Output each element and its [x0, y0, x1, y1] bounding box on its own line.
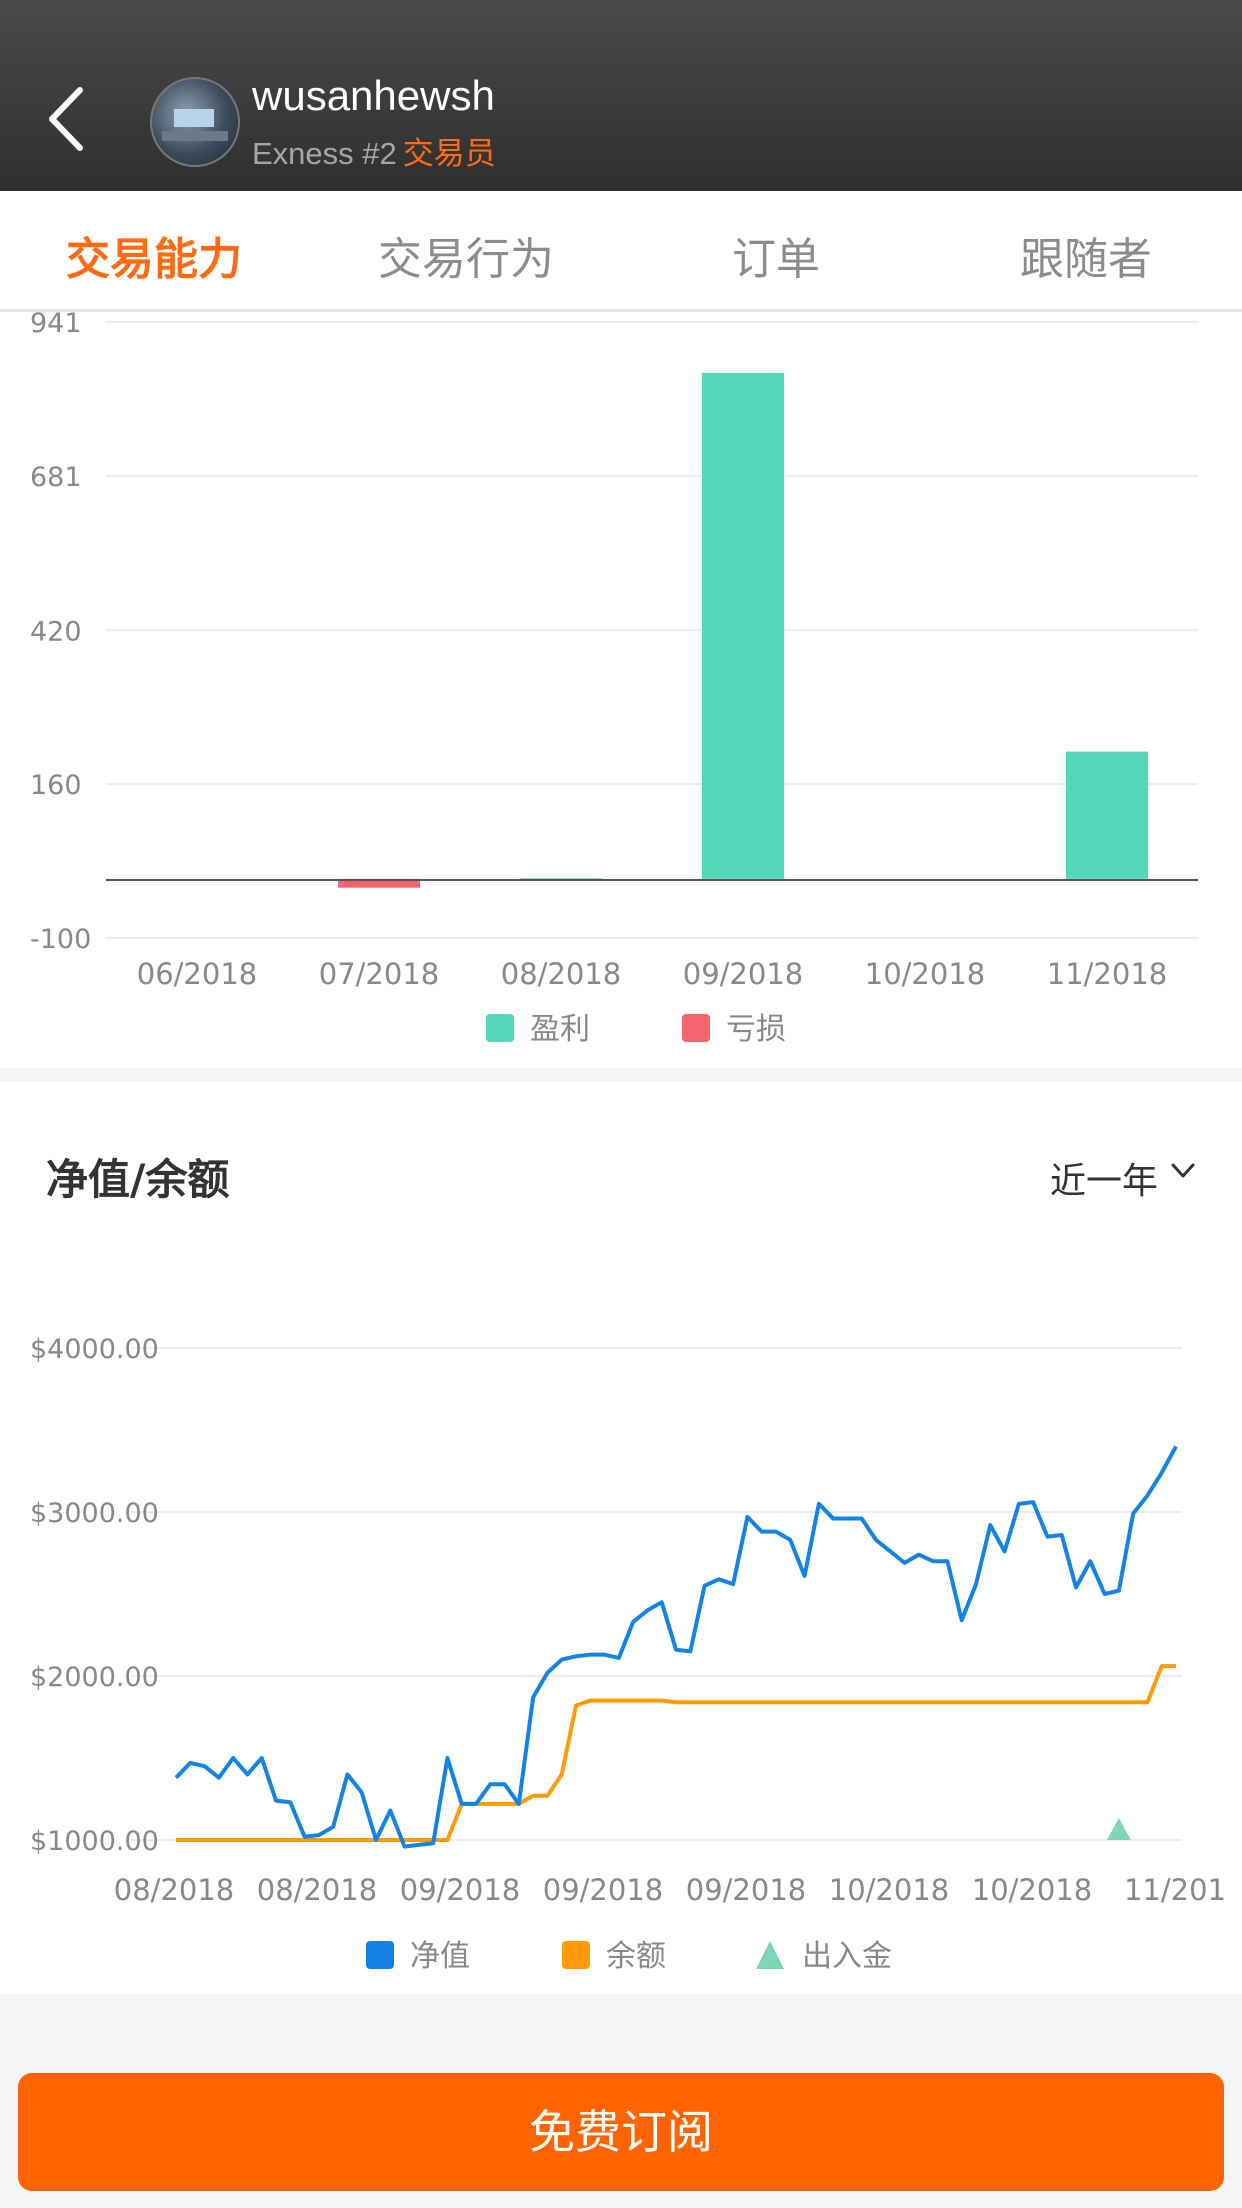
- x-tick-label: 11/201: [1124, 1873, 1226, 1907]
- x-tick-label: 08/2018: [257, 1873, 377, 1907]
- equity-balance-chart: $4000.00 $3000.00 $2000.00 $1000.00 08/2018…: [30, 1334, 1226, 1974]
- legend-deposit-triangle-icon: [756, 1941, 784, 1969]
- legend-equity-swatch: [366, 1941, 394, 1969]
- x-tick-label: 09/2018: [543, 1873, 663, 1907]
- balance-line: [176, 1664, 1176, 1842]
- legend-balance-label: 余额: [606, 1939, 666, 1974]
- legend-balance-swatch: [562, 1941, 590, 1969]
- legend-equity-label: 净值: [410, 1939, 470, 1974]
- x-tick-label: 09/2018: [686, 1873, 806, 1907]
- y-tick-label: $1000.00: [30, 1826, 159, 1857]
- y-tick-label: $2000.00: [30, 1662, 159, 1693]
- legend-deposit-label: 出入金: [802, 1939, 892, 1974]
- x-tick-label: 10/2018: [829, 1873, 949, 1907]
- y-tick-label: $4000.00: [30, 1334, 159, 1365]
- x-tick-label: 08/2018: [114, 1873, 234, 1907]
- x-tick-label: 10/2018: [972, 1873, 1092, 1907]
- y-tick-label: $3000.00: [30, 1498, 159, 1529]
- deposit-marker: [1106, 1818, 1131, 1840]
- x-tick-label: 09/2018: [400, 1873, 520, 1907]
- equity-line: [174, 1445, 1178, 1849]
- free-subscribe-button[interactable]: 免费订阅: [18, 2073, 1224, 2191]
